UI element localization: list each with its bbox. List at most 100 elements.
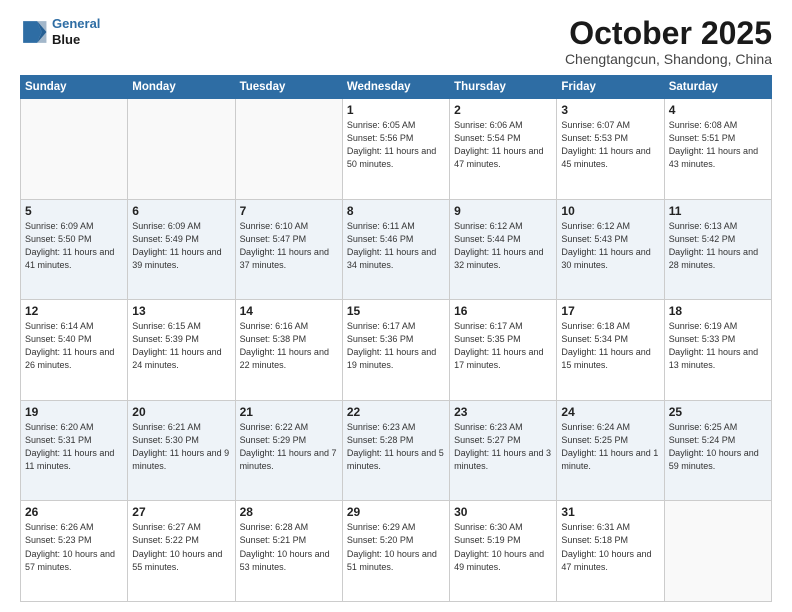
day-number: 18 [669, 304, 767, 318]
weekday-header-monday: Monday [128, 76, 235, 99]
week-row-2: 5Sunrise: 6:09 AMSunset: 5:50 PMDaylight… [21, 199, 772, 300]
day-number: 7 [240, 204, 338, 218]
day-info: Sunrise: 6:07 AMSunset: 5:53 PMDaylight:… [561, 119, 659, 171]
day-info: Sunrise: 6:20 AMSunset: 5:31 PMDaylight:… [25, 421, 123, 473]
day-number: 20 [132, 405, 230, 419]
calendar-cell: 5Sunrise: 6:09 AMSunset: 5:50 PMDaylight… [21, 199, 128, 300]
day-info: Sunrise: 6:29 AMSunset: 5:20 PMDaylight:… [347, 521, 445, 573]
day-number: 21 [240, 405, 338, 419]
calendar-cell: 16 Sunrise: 6:17 AMSunset: 5:35 PMDayligh… [450, 300, 557, 401]
day-info: Sunrise: 6:27 AMSunset: 5:22 PMDaylight:… [132, 521, 230, 573]
calendar-cell: 8 Sunrise: 6:11 AMSunset: 5:46 PMDaylight… [342, 199, 449, 300]
day-number: 9 [454, 204, 552, 218]
calendar-cell: 11 Sunrise: 6:13 AMSunset: 5:42 PMDayligh… [664, 199, 771, 300]
calendar-page: General Blue October 2025 Chengtangcun, … [0, 0, 792, 612]
calendar-cell: 6Sunrise: 6:09 AMSunset: 5:49 PMDaylight… [128, 199, 235, 300]
calendar-cell: 19Sunrise: 6:20 AMSunset: 5:31 PMDayligh… [21, 400, 128, 501]
day-number: 26 [25, 505, 123, 519]
day-info: Sunrise: 6:25 AMSunset: 5:24 PMDaylight:… [669, 421, 767, 473]
day-info: Sunrise: 6:05 AMSunset: 5:56 PMDaylight:… [347, 119, 445, 171]
day-info: Sunrise: 6:08 AMSunset: 5:51 PMDaylight:… [669, 119, 767, 171]
day-number: 29 [347, 505, 445, 519]
day-info: Sunrise: 6:19 AMSunset: 5:33 PMDaylight:… [669, 320, 767, 372]
day-info: Sunrise: 6:11 AMSunset: 5:46 PMDaylight:… [347, 220, 445, 272]
calendar-cell: 13Sunrise: 6:15 AMSunset: 5:39 PMDayligh… [128, 300, 235, 401]
day-info: Sunrise: 6:16 AMSunset: 5:38 PMDaylight:… [240, 320, 338, 372]
day-info: Sunrise: 6:10 AMSunset: 5:47 PMDaylight:… [240, 220, 338, 272]
calendar-cell: 26 Sunrise: 6:26 AMSunset: 5:23 PMDayligh… [21, 501, 128, 602]
calendar-cell: 20 Sunrise: 6:21 AMSunset: 5:30 PMDayligh… [128, 400, 235, 501]
calendar-cell: 28 Sunrise: 6:28 AMSunset: 5:21 PMDayligh… [235, 501, 342, 602]
day-number: 24 [561, 405, 659, 419]
logo-icon [20, 18, 48, 46]
weekday-header-saturday: Saturday [664, 76, 771, 99]
day-number: 1 [347, 103, 445, 117]
calendar-cell: 31 Sunrise: 6:31 AMSunset: 5:18 PMDayligh… [557, 501, 664, 602]
day-info: Sunrise: 6:22 AMSunset: 5:29 PMDaylight:… [240, 421, 338, 473]
calendar-cell: 2Sunrise: 6:06 AMSunset: 5:54 PMDaylight… [450, 99, 557, 200]
day-info: Sunrise: 6:17 AMSunset: 5:36 PMDaylight:… [347, 320, 445, 372]
calendar-cell: 4 Sunrise: 6:08 AMSunset: 5:51 PMDaylight… [664, 99, 771, 200]
calendar-cell: 14 Sunrise: 6:16 AMSunset: 5:38 PMDayligh… [235, 300, 342, 401]
calendar-cell [128, 99, 235, 200]
day-number: 8 [347, 204, 445, 218]
day-info: Sunrise: 6:13 AMSunset: 5:42 PMDaylight:… [669, 220, 767, 272]
weekday-header-sunday: Sunday [21, 76, 128, 99]
calendar-cell: 9Sunrise: 6:12 AMSunset: 5:44 PMDaylight… [450, 199, 557, 300]
day-info: Sunrise: 6:12 AMSunset: 5:43 PMDaylight:… [561, 220, 659, 272]
calendar-cell: 23Sunrise: 6:23 AMSunset: 5:27 PMDayligh… [450, 400, 557, 501]
calendar-cell: 1 Sunrise: 6:05 AMSunset: 5:56 PMDaylight… [342, 99, 449, 200]
day-number: 17 [561, 304, 659, 318]
day-info: Sunrise: 6:09 AMSunset: 5:50 PMDaylight:… [25, 220, 123, 272]
day-number: 13 [132, 304, 230, 318]
calendar-cell [664, 501, 771, 602]
calendar-cell: 10 Sunrise: 6:12 AMSunset: 5:43 PMDayligh… [557, 199, 664, 300]
day-info: Sunrise: 6:21 AMSunset: 5:30 PMDaylight:… [132, 421, 230, 473]
weekday-header-friday: Friday [557, 76, 664, 99]
calendar-title: October 2025 [565, 16, 772, 51]
day-number: 11 [669, 204, 767, 218]
calendar-cell: 25 Sunrise: 6:25 AMSunset: 5:24 PMDayligh… [664, 400, 771, 501]
day-info: Sunrise: 6:23 AMSunset: 5:27 PMDaylight:… [454, 421, 552, 473]
week-row-5: 26 Sunrise: 6:26 AMSunset: 5:23 PMDayligh… [21, 501, 772, 602]
day-number: 16 [454, 304, 552, 318]
day-number: 31 [561, 505, 659, 519]
day-number: 4 [669, 103, 767, 117]
day-info: Sunrise: 6:18 AMSunset: 5:34 PMDaylight:… [561, 320, 659, 372]
header: General Blue October 2025 Chengtangcun, … [20, 16, 772, 67]
day-info: Sunrise: 6:23 AMSunset: 5:28 PMDaylight:… [347, 421, 445, 473]
calendar-cell: 22 Sunrise: 6:23 AMSunset: 5:28 PMDayligh… [342, 400, 449, 501]
day-info: Sunrise: 6:14 AMSunset: 5:40 PMDaylight:… [25, 320, 123, 372]
calendar-cell: 29 Sunrise: 6:29 AMSunset: 5:20 PMDayligh… [342, 501, 449, 602]
day-number: 10 [561, 204, 659, 218]
calendar-cell [21, 99, 128, 200]
day-number: 25 [669, 405, 767, 419]
day-info: Sunrise: 6:17 AMSunset: 5:35 PMDaylight:… [454, 320, 552, 372]
logo-text: General Blue [52, 16, 100, 47]
day-info: Sunrise: 6:26 AMSunset: 5:23 PMDaylight:… [25, 521, 123, 573]
calendar-table: SundayMondayTuesdayWednesdayThursdayFrid… [20, 75, 772, 602]
calendar-cell [235, 99, 342, 200]
calendar-cell: 15 Sunrise: 6:17 AMSunset: 5:36 PMDayligh… [342, 300, 449, 401]
day-info: Sunrise: 6:09 AMSunset: 5:49 PMDaylight:… [132, 220, 230, 272]
logo-line1: General [52, 16, 100, 31]
logo: General Blue [20, 16, 100, 47]
calendar-subtitle: Chengtangcun, Shandong, China [565, 51, 772, 67]
day-info: Sunrise: 6:24 AMSunset: 5:25 PMDaylight:… [561, 421, 659, 473]
day-number: 22 [347, 405, 445, 419]
day-number: 2 [454, 103, 552, 117]
week-row-3: 12 Sunrise: 6:14 AMSunset: 5:40 PMDayligh… [21, 300, 772, 401]
day-number: 14 [240, 304, 338, 318]
weekday-header-tuesday: Tuesday [235, 76, 342, 99]
day-number: 28 [240, 505, 338, 519]
calendar-cell: 21 Sunrise: 6:22 AMSunset: 5:29 PMDayligh… [235, 400, 342, 501]
day-info: Sunrise: 6:28 AMSunset: 5:21 PMDaylight:… [240, 521, 338, 573]
calendar-cell: 17 Sunrise: 6:18 AMSunset: 5:34 PMDayligh… [557, 300, 664, 401]
day-info: Sunrise: 6:31 AMSunset: 5:18 PMDaylight:… [561, 521, 659, 573]
calendar-cell: 12 Sunrise: 6:14 AMSunset: 5:40 PMDayligh… [21, 300, 128, 401]
day-number: 15 [347, 304, 445, 318]
calendar-cell: 3Sunrise: 6:07 AMSunset: 5:53 PMDaylight… [557, 99, 664, 200]
day-number: 12 [25, 304, 123, 318]
weekday-header-row: SundayMondayTuesdayWednesdayThursdayFrid… [21, 76, 772, 99]
calendar-cell: 18 Sunrise: 6:19 AMSunset: 5:33 PMDayligh… [664, 300, 771, 401]
